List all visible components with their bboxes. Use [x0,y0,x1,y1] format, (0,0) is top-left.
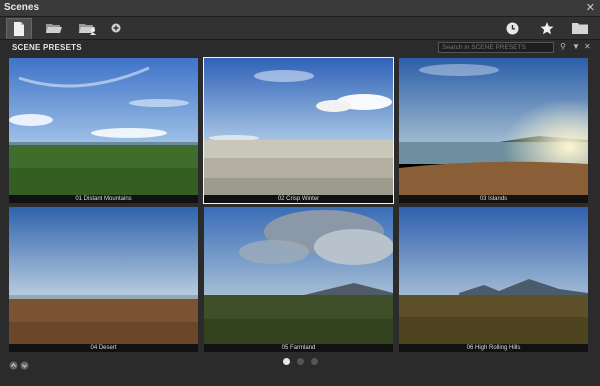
preset-label: 03 Islands [399,195,588,203]
preset-tile[interactable]: 04 Desert [9,207,198,352]
open-folder-button[interactable] [42,18,66,38]
preset-label: 04 Desert [9,344,198,352]
preset-thumbnail [9,207,198,344]
history-clock-icon [506,22,518,34]
page-dot-1[interactable] [283,358,290,365]
preset-tile[interactable]: 06 High Rolling Hills [399,207,588,352]
clear-search-icon[interactable]: ✕ [584,42,591,51]
folder-user-icon [79,23,96,35]
scroll-up-icon[interactable] [9,361,18,370]
preset-tile-selected[interactable]: 02 Crisp Winter [203,57,394,204]
preset-thumbnail [399,58,588,195]
search-icon[interactable]: ⚲ [560,42,566,51]
page-dot-3[interactable] [311,358,318,365]
preset-thumbnail [204,58,393,195]
preset-tile[interactable]: 01 Distant Mountains [9,58,198,203]
pagination-dots [283,358,318,365]
favorites-star-icon [540,21,554,34]
preset-label: 06 High Rolling Hills [399,344,588,352]
folder-button[interactable] [568,18,592,38]
preset-label: 01 Distant Mountains [9,195,198,203]
close-icon[interactable]: ✕ [586,1,595,14]
preset-thumbnail [204,207,393,344]
page-dot-2[interactable] [297,358,304,365]
favorites-button[interactable] [535,18,559,38]
search-input[interactable] [438,42,554,53]
user-folder-button[interactable] [76,18,100,38]
add-button[interactable] [104,18,128,38]
new-scene-icon [14,22,24,36]
dropdown-arrow-icon[interactable]: ▼ [572,42,580,51]
preset-tile[interactable]: 03 Islands [399,58,588,203]
section-title: SCENE PRESETS [12,43,82,52]
preset-grid: 01 Distant Mountains 02 Crisp Winter 03 … [9,57,592,352]
window-title: Scenes [4,2,40,13]
window-titlebar: Scenes ✕ [0,0,600,17]
preset-label: 05 Farmland [204,344,393,352]
toolbar [0,17,600,40]
footer-controls [9,357,31,375]
add-circle-icon [111,23,121,33]
open-folder-icon [46,24,62,33]
history-button[interactable] [500,18,524,38]
preset-thumbnail [9,58,198,195]
scroll-down-icon[interactable] [20,361,29,370]
preset-thumbnail [399,207,588,344]
preset-tile[interactable]: 05 Farmland [204,207,393,352]
preset-label: 02 Crisp Winter [204,195,393,203]
new-scene-button[interactable] [6,18,32,39]
folder-icon [572,23,588,34]
